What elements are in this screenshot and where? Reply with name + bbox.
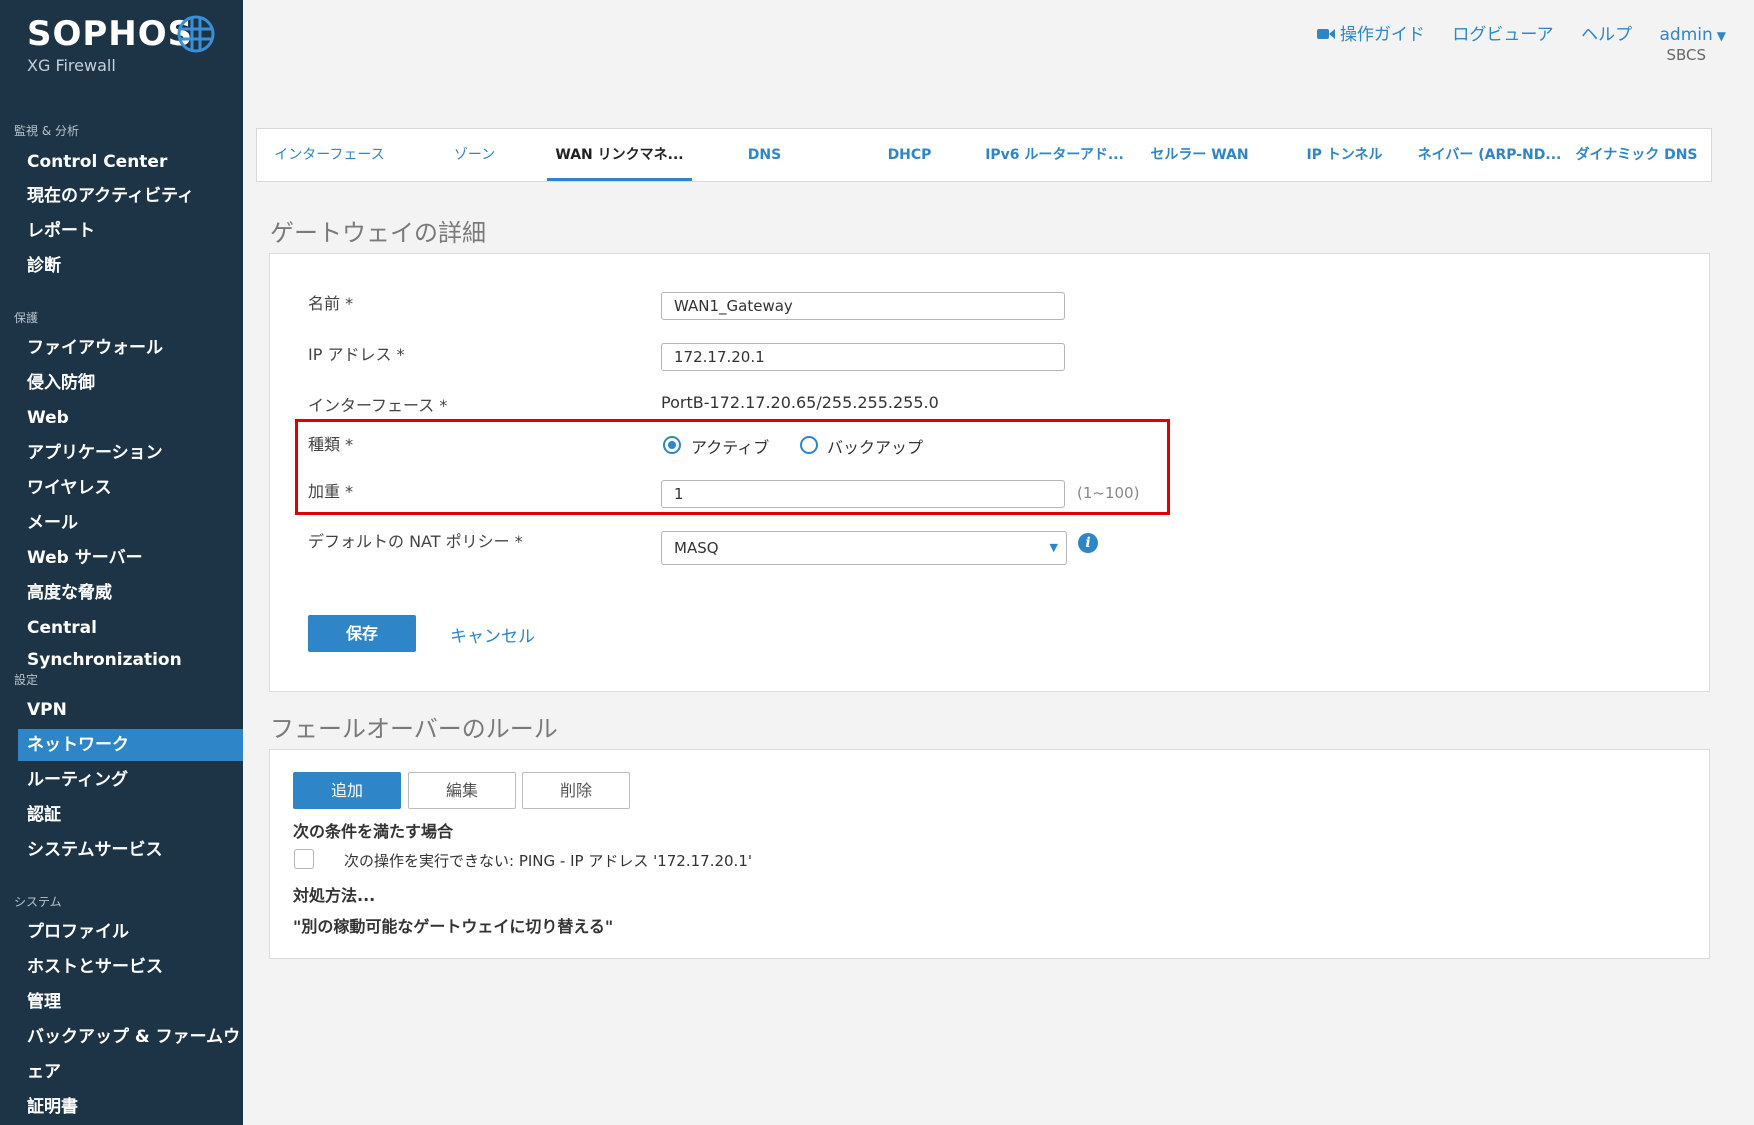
- nav-item-firewall[interactable]: ファイアウォール: [0, 332, 243, 364]
- log-viewer-link[interactable]: ログビューア: [1452, 25, 1553, 45]
- failover-section-title: フェールオーバーのルール: [270, 715, 558, 743]
- nav-section-configure: 設定: [14, 673, 39, 687]
- nav-item-ips[interactable]: 侵入防御: [0, 367, 243, 399]
- globe-logo-icon: [177, 15, 215, 53]
- tab-zones[interactable]: ゾーン: [402, 129, 547, 181]
- tab-neighbors[interactable]: ネイバー (ARP-ND...: [1417, 129, 1562, 181]
- save-button[interactable]: 保存: [308, 615, 416, 652]
- nav-item-network[interactable]: ネットワーク: [18, 729, 243, 761]
- nat-policy-select[interactable]: MASQ ▼: [661, 531, 1067, 565]
- action-text: "別の稼動可能なゲートウェイに切り替える": [293, 917, 614, 936]
- nav-item-web-server[interactable]: Web サーバー: [0, 542, 243, 574]
- nav-item-diagnostics[interactable]: 診断: [0, 250, 243, 282]
- top-nav: 操作ガイド ログビューア ヘルプ admin ▼: [1295, 20, 1726, 45]
- user-menu[interactable]: admin ▼: [1659, 25, 1726, 45]
- nav-item-vpn[interactable]: VPN: [0, 694, 243, 726]
- nav-item-authentication[interactable]: 認証: [0, 799, 243, 831]
- tab-bar: インターフェース ゾーン WAN リンクマネ... DNS DHCP IPv6 …: [256, 128, 1712, 182]
- condition-rule: 次の操作を実行できない: PING - IP アドレス '172.17.20.1…: [344, 852, 752, 870]
- delete-button[interactable]: 削除: [522, 772, 630, 809]
- nav-item-control-center[interactable]: Control Center: [0, 146, 243, 178]
- tab-interfaces[interactable]: インターフェース: [257, 129, 402, 181]
- ip-input[interactable]: 172.17.20.1: [661, 343, 1065, 371]
- product-name: XG Firewall: [27, 56, 116, 75]
- tab-wan-link-manager[interactable]: WAN リンクマネ...: [547, 129, 692, 181]
- user-name: admin: [1659, 25, 1713, 45]
- guide-label: 操作ガイド: [1339, 25, 1425, 45]
- nav-item-routing[interactable]: ルーティング: [0, 764, 243, 796]
- name-input[interactable]: WAN1_Gateway: [661, 292, 1065, 320]
- help-link[interactable]: ヘルプ: [1581, 25, 1632, 45]
- sophos-logo: SOPHOS XG Firewall: [27, 14, 193, 75]
- condition-heading: 次の条件を満たす場合: [293, 822, 454, 841]
- edit-button[interactable]: 編集: [408, 772, 516, 809]
- sidebar: SOPHOS XG Firewall 監視 & 分析 Control Cente…: [0, 0, 243, 1125]
- nav-item-system-services[interactable]: システムサービス: [0, 834, 243, 866]
- brand-name: SOPHOS: [27, 14, 194, 54]
- tab-dns[interactable]: DNS: [692, 129, 837, 181]
- caret-down-icon: ▼: [1716, 29, 1726, 43]
- nat-policy-value: MASQ: [674, 539, 719, 557]
- interface-label: インターフェース *: [308, 396, 448, 415]
- nav-section-protect: 保護: [14, 311, 39, 325]
- action-heading: 対処方法...: [293, 886, 376, 905]
- condition-checkbox[interactable]: [294, 849, 314, 869]
- nav-item-web[interactable]: Web: [0, 402, 243, 434]
- nav-item-administration[interactable]: 管理: [0, 986, 243, 1018]
- dropdown-caret-icon: ▼: [1049, 541, 1058, 554]
- nav-section-system: システム: [14, 895, 62, 909]
- nav-item-advanced-threat[interactable]: 高度な脅威: [0, 577, 243, 609]
- guide-link[interactable]: 操作ガイド: [1316, 25, 1425, 45]
- interface-value: PortB-172.17.20.65/255.255.255.0: [661, 393, 939, 412]
- nav-item-profiles[interactable]: プロファイル: [0, 916, 243, 948]
- nav-item-reports[interactable]: レポート: [0, 215, 243, 247]
- add-button[interactable]: 追加: [293, 772, 401, 809]
- tab-ipv6-router[interactable]: IPv6 ルーターアド...: [982, 129, 1127, 181]
- tab-dhcp[interactable]: DHCP: [837, 129, 982, 181]
- nav-item-certificates[interactable]: 証明書: [0, 1091, 243, 1123]
- nav-item-applications[interactable]: アプリケーション: [0, 437, 243, 469]
- video-camera-icon: [1316, 29, 1335, 39]
- highlight-box: [295, 419, 1170, 515]
- nav-item-hosts-services[interactable]: ホストとサービス: [0, 951, 243, 983]
- ip-label: IP アドレス *: [308, 345, 405, 364]
- name-label: 名前 *: [308, 294, 354, 313]
- nav-item-current-activity[interactable]: 現在のアクティビティ: [0, 180, 243, 212]
- nav-item-wireless[interactable]: ワイヤレス: [0, 472, 243, 504]
- info-icon[interactable]: i: [1078, 533, 1098, 553]
- nav-section-monitor: 監視 & 分析: [14, 124, 79, 138]
- nav-item-backup-firmware-cont[interactable]: ェア: [0, 1056, 243, 1088]
- nav-item-central-sync[interactable]: Central Synchronization: [0, 612, 243, 670]
- tab-ip-tunnel[interactable]: IP トンネル: [1272, 129, 1417, 181]
- org-name: SBCS: [1666, 46, 1706, 64]
- gateway-section-title: ゲートウェイの詳細: [270, 219, 486, 247]
- nav-item-backup-firmware[interactable]: バックアップ & ファームウ: [0, 1021, 243, 1053]
- nav-item-email[interactable]: メール: [0, 507, 243, 539]
- nat-policy-label: デフォルトの NAT ポリシー *: [308, 532, 523, 551]
- cancel-button[interactable]: キャンセル: [450, 622, 535, 647]
- tab-cellular-wan[interactable]: セルラー WAN: [1127, 129, 1272, 181]
- tab-dynamic-dns[interactable]: ダイナミック DNS: [1562, 129, 1711, 181]
